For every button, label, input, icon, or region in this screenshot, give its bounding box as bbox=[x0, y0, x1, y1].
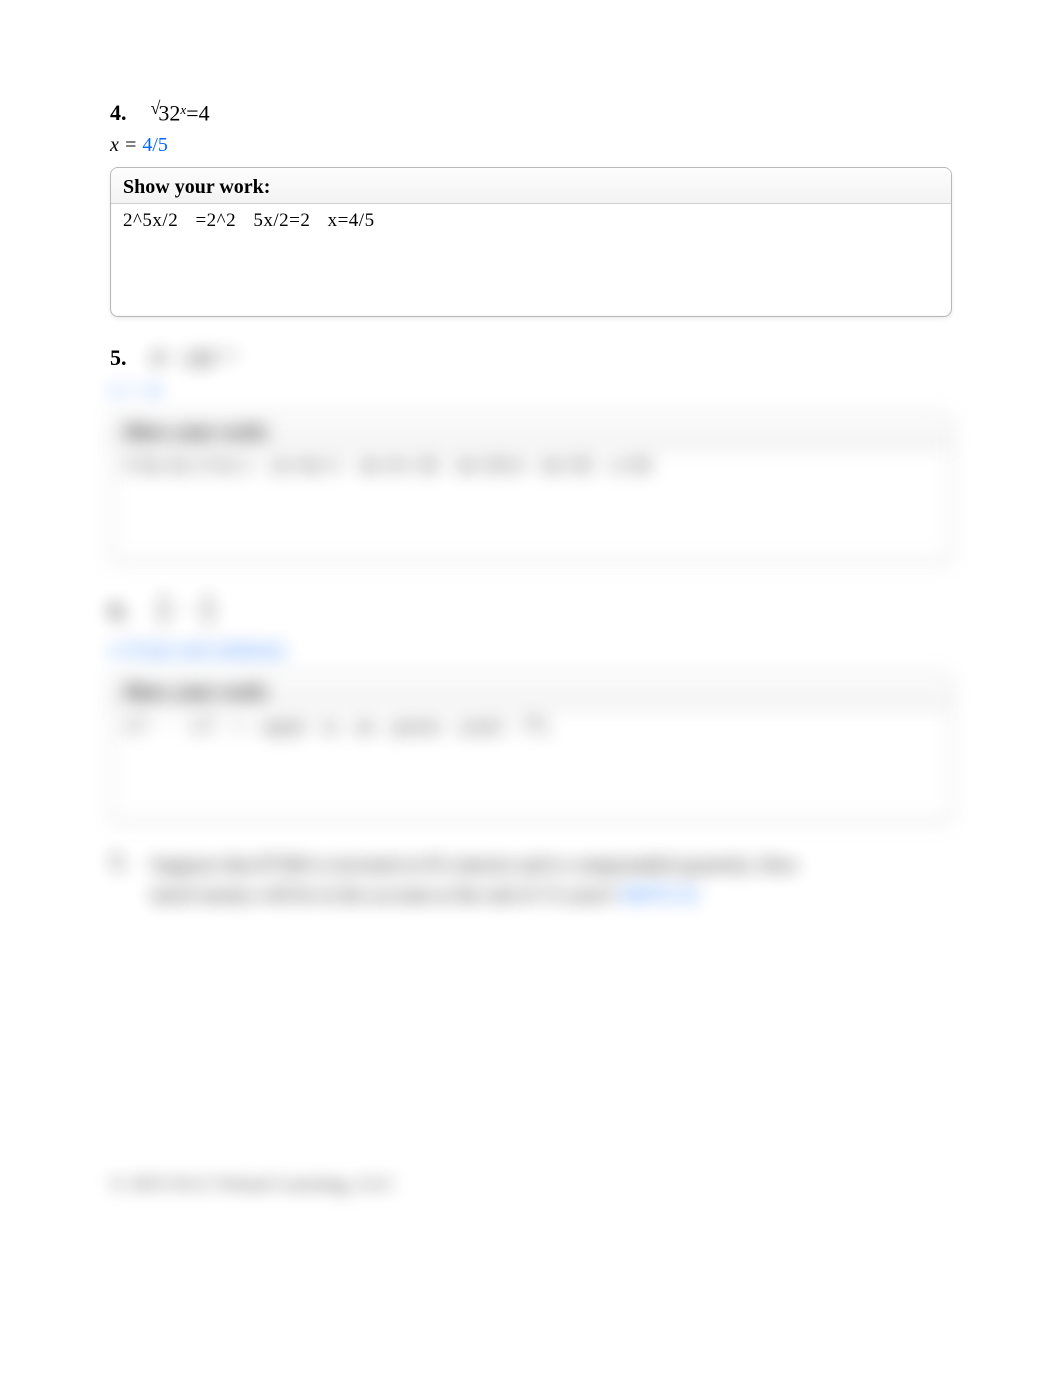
page-footer: © 2015 K12 Virtual Learning, LLC bbox=[110, 1173, 395, 1196]
problem-4-header: 4. √32x=4 bbox=[110, 100, 952, 126]
show-work-label: Show your work: bbox=[111, 673, 951, 709]
problem-4-workbox: Show your work: 2^5x/2 =2^2 5x/2=2 x=4/5 bbox=[110, 167, 952, 317]
problem-5: 5. 4ˣ · (4)ˣ⁻¹ x = -4 Show your work: 2^… bbox=[110, 345, 952, 562]
problem-4-equation: √32x=4 bbox=[151, 100, 210, 126]
problem-4: 4. √32x=4 x = 4/5 Show your work: 2^5x/2… bbox=[110, 100, 952, 317]
problem-number: 5. bbox=[110, 345, 127, 371]
problem-number: 7. bbox=[110, 850, 127, 876]
problem-7-question: Suppose that $7500 is invested at 6% int… bbox=[151, 850, 801, 910]
problem-5-answer: x = -4 bbox=[110, 379, 952, 402]
problem-6: 6. 1 7 · 1 7 x=0 (no real solution) Show… bbox=[110, 590, 952, 822]
problem-4-work: 2^5x/2 =2^2 5x/2=2 x=4/5 bbox=[111, 204, 951, 314]
problem-number: 4. bbox=[110, 100, 127, 126]
exponent-x: x bbox=[180, 102, 186, 117]
problem-7: 7. Suppose that $7500 is invested at 6% … bbox=[110, 850, 952, 910]
worksheet-page: 4. √32x=4 x = 4/5 Show your work: 2^5x/2… bbox=[0, 0, 1062, 1376]
problem-6-answer: x=0 (no real solution) bbox=[110, 639, 952, 662]
problem-4-answer: x = 4/5 bbox=[110, 134, 952, 157]
problem-6-workbox: Show your work: 1/7 · 1/7 = equal to no … bbox=[110, 672, 952, 822]
problem-5-work: 2^4x·4x·2^2x-1 2x+4x=1 4x+4=-20 4x=20-4 … bbox=[111, 449, 951, 559]
problem-6-equation: 1 7 · 1 7 bbox=[151, 590, 221, 631]
problem-5-workbox: Show your work: 2^4x·4x·2^2x-1 2x+4x=1 4… bbox=[110, 412, 952, 562]
problem-5-equation: 4ˣ · (4)ˣ⁻¹ bbox=[151, 345, 237, 371]
sqrt-symbol: √ bbox=[151, 98, 161, 118]
problem-6-header: 6. 1 7 · 1 7 bbox=[110, 590, 952, 631]
show-work-label: Show your work: bbox=[111, 168, 951, 204]
problem-5-blurred-body: x = -4 Show your work: 2^4x·4x·2^2x-1 2x… bbox=[110, 379, 952, 562]
fraction-1: 1 7 bbox=[155, 590, 173, 631]
problem-5-header: 5. 4ˣ · (4)ˣ⁻¹ bbox=[110, 345, 952, 371]
fraction-2: 1 7 bbox=[199, 590, 217, 631]
problem-number: 6. bbox=[110, 598, 127, 624]
show-work-label: Show your work: bbox=[111, 413, 951, 449]
problem-7-header: 7. Suppose that $7500 is invested at 6% … bbox=[110, 850, 952, 910]
problem-6-work: 1/7 · 1/7 = equal to no power (can't 7⁰) bbox=[111, 709, 951, 819]
